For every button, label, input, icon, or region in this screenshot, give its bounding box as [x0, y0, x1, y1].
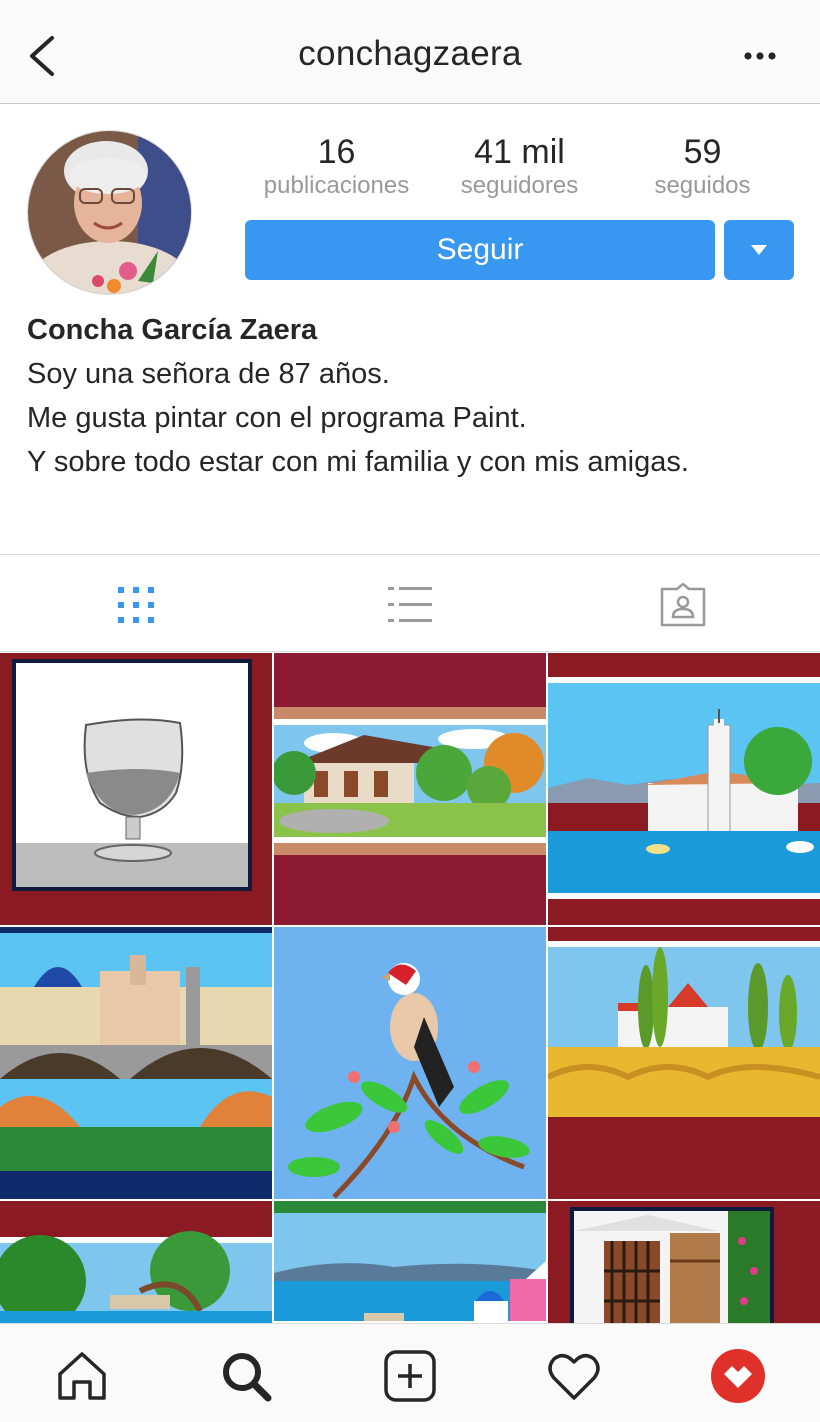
- add-post-icon[interactable]: [380, 1346, 440, 1406]
- profile-tabs: [0, 554, 820, 652]
- search-icon[interactable]: [216, 1346, 276, 1406]
- post-thumbnail[interactable]: [548, 653, 820, 925]
- post-thumbnail[interactable]: [548, 927, 820, 1199]
- stat-following-value: 59: [683, 133, 722, 171]
- follow-button[interactable]: Seguir: [245, 220, 715, 280]
- post-thumbnail[interactable]: [0, 1201, 272, 1323]
- profile-bio: Soy una señora de 87 años. Me gusta pint…: [27, 352, 689, 484]
- top-bar: conchagzaera: [0, 0, 820, 104]
- grid-icon[interactable]: [112, 583, 160, 627]
- posts-grid: [0, 653, 820, 1323]
- list-icon[interactable]: [386, 583, 434, 627]
- stat-followers-label: seguidores: [460, 172, 579, 199]
- post-thumbnail[interactable]: [274, 653, 546, 925]
- stat-following-label: seguidos: [654, 172, 751, 199]
- post-thumbnail[interactable]: [0, 927, 272, 1199]
- stat-following[interactable]: 59 seguidos: [611, 132, 794, 200]
- post-thumbnail[interactable]: [548, 1201, 820, 1323]
- bio-line: Y sobre todo estar con mi familia y con …: [27, 446, 689, 478]
- avatar[interactable]: [27, 130, 192, 295]
- stat-posts-value: 16: [317, 133, 356, 171]
- bottom-navigation: [0, 1323, 820, 1422]
- profile-name: Concha García Zaera: [27, 314, 318, 346]
- bio-line: Me gusta pintar con el programa Paint.: [27, 402, 527, 434]
- bio-line: Soy una señora de 87 años.: [27, 358, 390, 390]
- profile-stats: 16 publicaciones 41 mil seguidores 59 se…: [245, 132, 795, 202]
- stat-followers-value: 41 mil: [474, 133, 565, 171]
- tagged-user-icon[interactable]: [659, 583, 707, 627]
- profile-avatar-icon[interactable]: [708, 1346, 768, 1406]
- post-thumbnail[interactable]: [0, 653, 272, 925]
- post-thumbnail[interactable]: [274, 1201, 546, 1323]
- suggestions-dropdown-button[interactable]: [724, 220, 794, 280]
- profile-username: conchagzaera: [298, 34, 522, 73]
- post-thumbnail[interactable]: [274, 927, 546, 1199]
- stat-followers[interactable]: 41 mil seguidores: [428, 132, 611, 200]
- stat-posts-label: publicaciones: [263, 172, 410, 199]
- home-icon[interactable]: [52, 1346, 112, 1406]
- stat-posts[interactable]: 16 publicaciones: [245, 132, 428, 200]
- activity-heart-icon[interactable]: [544, 1346, 604, 1406]
- more-horizontal-icon[interactable]: [740, 42, 780, 70]
